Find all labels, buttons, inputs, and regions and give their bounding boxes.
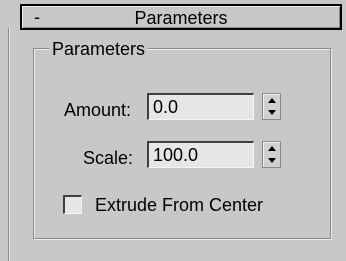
amount-spinner-up-icon[interactable]	[263, 95, 280, 107]
extrude-from-center-checkbox[interactable]	[63, 195, 82, 214]
scale-spinner-down-icon[interactable]	[263, 155, 280, 167]
scale-label: Scale:	[83, 148, 134, 168]
amount-spinner-down-icon[interactable]	[263, 107, 280, 119]
amount-spinner[interactable]	[262, 93, 281, 120]
parameters-rollout-header[interactable]: - Parameters	[20, 4, 342, 30]
amount-input[interactable]	[147, 93, 254, 120]
scale-input[interactable]	[147, 141, 254, 168]
rollout-title: Parameters	[134, 8, 228, 28]
scale-spinner-up-icon[interactable]	[263, 143, 280, 155]
amount-label: Amount:	[64, 100, 132, 120]
extrude-from-center-label[interactable]: Extrude From Center	[95, 195, 263, 215]
scale-spinner[interactable]	[262, 141, 281, 168]
groupbox-label: Parameters	[49, 39, 149, 59]
panel-left-edge-highlight	[9, 28, 10, 261]
